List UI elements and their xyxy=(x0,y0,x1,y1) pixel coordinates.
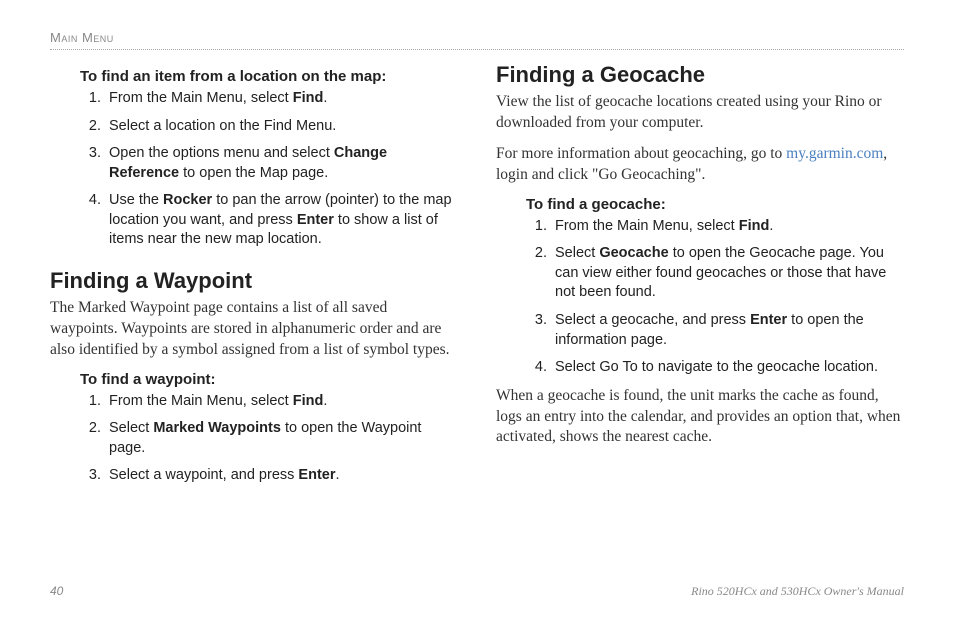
step-text: From the Main Menu, select xyxy=(109,393,293,409)
garmin-link[interactable]: my.garmin.com xyxy=(786,145,883,162)
step-bold: Rocker xyxy=(163,192,212,208)
step-text: . xyxy=(323,90,327,106)
step-text: . xyxy=(336,467,340,483)
list-item: From the Main Menu, select Find. xyxy=(105,392,458,412)
step-bold: Enter xyxy=(750,312,787,328)
header-divider xyxy=(50,49,904,50)
find-geocache-title: To find a geocache: xyxy=(526,196,904,213)
list-item: Select Go To to navigate to the geocache… xyxy=(551,358,904,378)
content-columns: To find an item from a location on the m… xyxy=(50,62,904,494)
finding-geocache-body: View the list of geocache locations crea… xyxy=(496,92,904,186)
find-item-map-steps: From the Main Menu, select Find. Select … xyxy=(105,89,458,250)
step-text: to open the Map page. xyxy=(179,165,328,181)
find-waypoint-steps: From the Main Menu, select Find. Select … xyxy=(105,392,458,486)
find-waypoint-title: To find a waypoint: xyxy=(80,371,458,388)
manual-title: Rino 520HCx and 530HCx Owner's Manual xyxy=(691,584,904,599)
list-item: From the Main Menu, select Find. xyxy=(551,217,904,237)
step-bold: Find xyxy=(293,393,324,409)
step-bold: Marked Waypoints xyxy=(153,420,281,436)
paragraph: The Marked Waypoint page contains a list… xyxy=(50,298,458,361)
list-item: Select Marked Waypoints to open the Wayp… xyxy=(105,419,458,458)
step-text: Select a location on the Find Menu. xyxy=(109,118,336,134)
page-footer: 40 Rino 520HCx and 530HCx Owner's Manual xyxy=(50,584,904,599)
step-text: . xyxy=(323,393,327,409)
step-text: Select a geocache, and press xyxy=(555,312,750,328)
finding-waypoint-body: The Marked Waypoint page contains a list… xyxy=(50,298,458,361)
right-column: Finding a Geocache View the list of geoc… xyxy=(496,62,904,494)
finding-geocache-heading: Finding a Geocache xyxy=(496,62,904,88)
step-bold: Find xyxy=(739,218,770,234)
header-section-label: Main Menu xyxy=(50,30,904,45)
list-item: Select Geocache to open the Geocache pag… xyxy=(551,244,904,303)
step-text: Open the options menu and select xyxy=(109,145,334,161)
page-number: 40 xyxy=(50,584,63,599)
paragraph: View the list of geocache locations crea… xyxy=(496,92,904,134)
paragraph: When a geocache is found, the unit marks… xyxy=(496,386,904,449)
find-geocache-steps: From the Main Menu, select Find. Select … xyxy=(551,217,904,378)
info-text: For more information about geocaching, g… xyxy=(496,145,786,162)
step-text: Select Go To to navigate to the geocache… xyxy=(555,359,878,375)
left-column: To find an item from a location on the m… xyxy=(50,62,458,494)
step-bold: Find xyxy=(293,90,324,106)
step-bold: Enter xyxy=(298,467,335,483)
list-item: Select a location on the Find Menu. xyxy=(105,117,458,137)
list-item: Select a waypoint, and press Enter. xyxy=(105,466,458,486)
list-item: From the Main Menu, select Find. xyxy=(105,89,458,109)
step-text: . xyxy=(769,218,773,234)
list-item: Use the Rocker to pan the arrow (pointer… xyxy=(105,191,458,250)
geocache-closing: When a geocache is found, the unit marks… xyxy=(496,386,904,449)
finding-waypoint-heading: Finding a Waypoint xyxy=(50,268,458,294)
list-item: Select a geocache, and press Enter to op… xyxy=(551,311,904,350)
paragraph: For more information about geocaching, g… xyxy=(496,144,904,186)
step-text: Select xyxy=(109,420,153,436)
step-bold: Enter xyxy=(297,212,334,228)
find-item-map-title: To find an item from a location on the m… xyxy=(80,68,458,85)
step-text: From the Main Menu, select xyxy=(555,218,739,234)
step-bold: Geocache xyxy=(599,245,668,261)
step-text: Use the xyxy=(109,192,163,208)
step-text: Select a waypoint, and press xyxy=(109,467,298,483)
step-text: From the Main Menu, select xyxy=(109,90,293,106)
step-text: Select xyxy=(555,245,599,261)
list-item: Open the options menu and select Change … xyxy=(105,144,458,183)
